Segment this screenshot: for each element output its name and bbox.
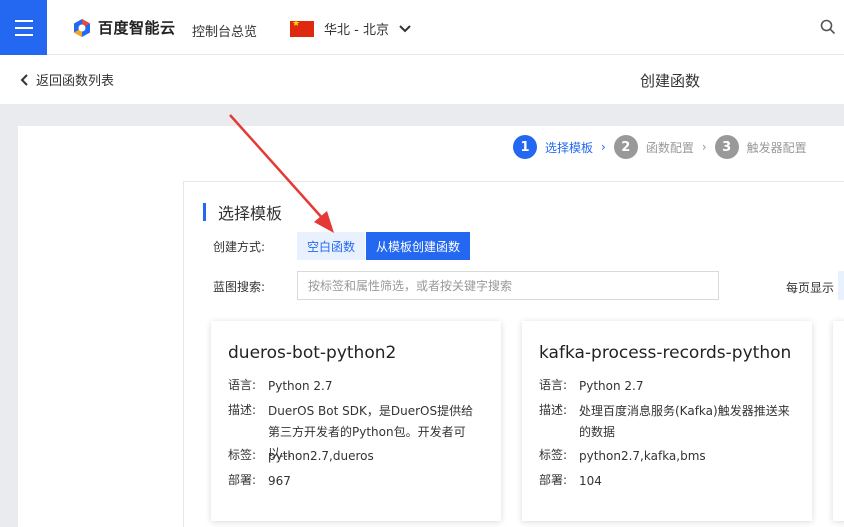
top-bar: 百度智能云 控制台总览 华北 - 北京 — [0, 0, 844, 55]
card-language: 语言: Python 2.7 — [539, 376, 794, 397]
per-page-select[interactable] — [838, 271, 844, 300]
step-indicator: 1 选择模板 › 2 函数配置 › 3 触发器配置 — [513, 135, 807, 159]
description-key: 描述: — [539, 403, 568, 417]
chevron-right-icon: › — [701, 140, 707, 154]
template-card[interactable]: dueros-bot-python2 语言: Python 2.7 描述: Du… — [211, 321, 501, 521]
blueprint-search-input[interactable]: 按标签和属性筛选，或者按关键字搜索 — [297, 271, 719, 300]
step-2-number: 2 — [613, 135, 638, 159]
back-label: 返回函数列表 — [36, 74, 115, 89]
per-page-label: 每页显示 — [786, 281, 835, 295]
step-3-label: 触发器配置 — [746, 140, 807, 155]
blank-function-tab[interactable]: 空白函数 — [297, 232, 365, 260]
chevron-down-icon — [399, 24, 411, 32]
description-value: 处理百度消息服务(Kafka)触发器推送来的数据 — [579, 404, 790, 439]
card-tags: 标签: python2.7,kafka,bms — [539, 446, 794, 467]
card-title: kafka-process-records-python — [539, 343, 792, 363]
console-overview-link[interactable]: 控制台总览 — [192, 21, 257, 40]
back-to-function-list[interactable]: 返回函数列表 — [20, 70, 114, 89]
deploy-value: 104 — [579, 474, 602, 488]
search-placeholder: 按标签和属性筛选，或者按关键字搜索 — [308, 279, 513, 293]
card-deploy: 部署: 967 — [228, 471, 483, 492]
step-1-number: 1 — [513, 135, 537, 159]
sub-header: 返回函数列表 创建函数 — [0, 55, 844, 104]
create-method-label: 创建方式: — [213, 240, 266, 254]
template-function-tab[interactable]: 从模板创建函数 — [366, 232, 470, 260]
language-value: Python 2.7 — [268, 379, 333, 393]
page-title: 创建函数 — [640, 72, 701, 90]
template-card-partial[interactable] — [833, 321, 844, 521]
step-1-label: 选择模板 — [545, 140, 594, 155]
title-accent-bar — [203, 203, 206, 221]
region-selector[interactable]: 华北 - 北京 — [290, 19, 411, 38]
china-flag-icon — [290, 19, 314, 37]
step-3-number: 3 — [714, 135, 739, 159]
region-label: 华北 - 北京 — [324, 23, 389, 38]
tags-key: 标签: — [228, 448, 257, 462]
deploy-key: 部署: — [228, 473, 257, 487]
blueprint-search-label: 蓝图搜索: — [213, 280, 266, 294]
brand-logo[interactable]: 百度智能云 — [72, 17, 176, 38]
chevron-right-icon: › — [601, 140, 606, 154]
language-value: Python 2.7 — [579, 379, 644, 393]
tags-value: python2.7,dueros — [268, 449, 374, 463]
card-description: 描述: 处理百度消息服务(Kafka)触发器推送来的数据 — [539, 401, 794, 443]
brand-name: 百度智能云 — [98, 19, 176, 37]
deploy-key: 部署: — [539, 473, 568, 487]
search-icon[interactable] — [820, 19, 836, 38]
menu-icon[interactable] — [0, 0, 47, 55]
card-language: 语言: Python 2.7 — [228, 376, 483, 397]
tags-value: python2.7,kafka,bms — [579, 449, 706, 463]
deploy-value: 967 — [268, 474, 291, 488]
language-key: 语言: — [539, 378, 568, 392]
step-2-label: 函数配置 — [645, 140, 694, 155]
cloud-logo-icon — [74, 18, 90, 37]
card-title: dueros-bot-python2 — [228, 343, 397, 363]
language-key: 语言: — [228, 378, 257, 392]
card-deploy: 部署: 104 — [539, 471, 794, 492]
template-card[interactable]: kafka-process-records-python 语言: Python … — [522, 321, 812, 521]
chevron-left-icon — [20, 73, 28, 86]
tags-key: 标签: — [539, 448, 568, 462]
card-tags: 标签: python2.7,dueros — [228, 446, 483, 467]
section-title-text: 选择模板 — [218, 204, 283, 223]
section-title: 选择模板 — [203, 200, 282, 224]
